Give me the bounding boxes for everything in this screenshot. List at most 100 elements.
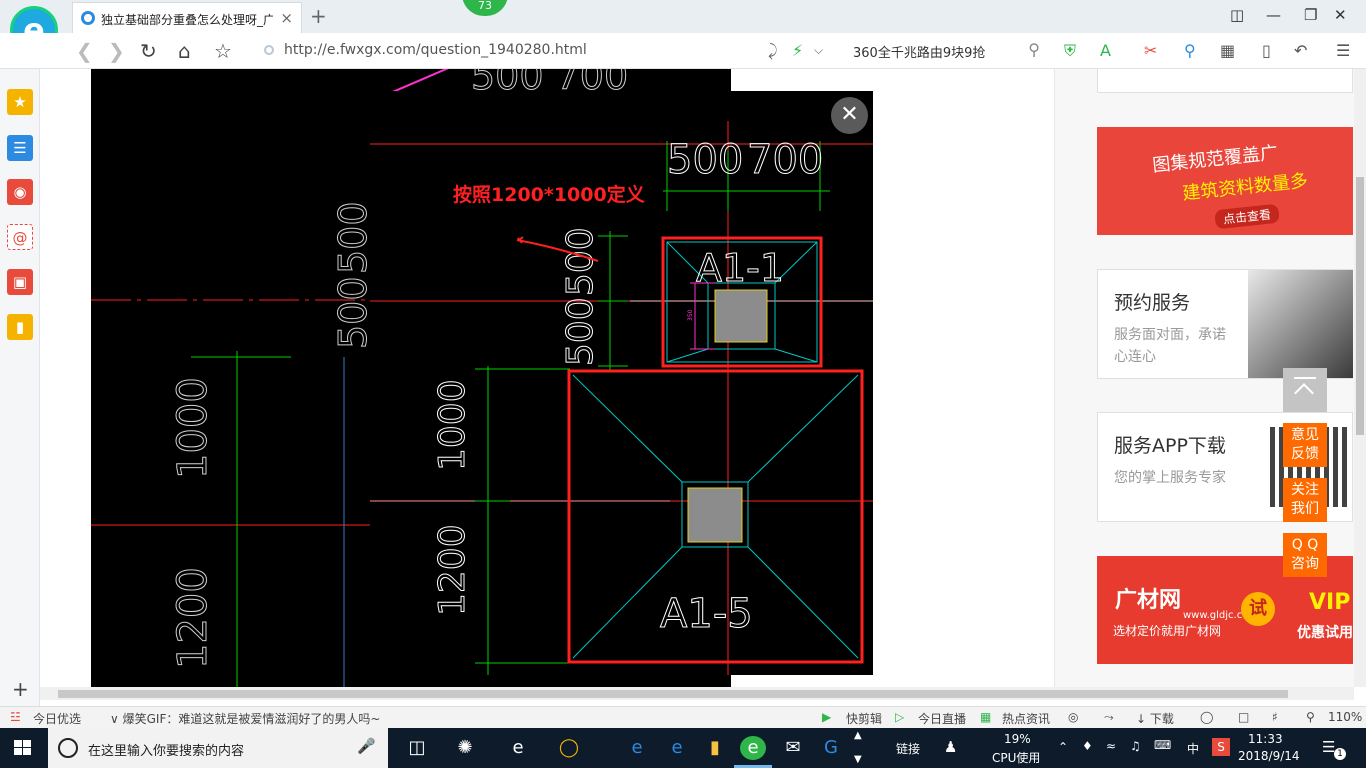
booking-service-card[interactable]: 预约服务 服务面对面，承诺心连心 [1097, 269, 1353, 379]
hot-news-link[interactable]: 热点资讯 [1002, 710, 1050, 727]
ad-slogan: 选材定价就用广材网 [1113, 624, 1222, 638]
pinwheel-app-icon[interactable]: ✺ [452, 736, 478, 760]
ie-mode-icon[interactable]: ◯ [1200, 710, 1213, 724]
home-button[interactable]: ⌂ [178, 39, 191, 63]
refresh-button[interactable]: ↻ [140, 39, 157, 63]
zoom-level[interactable]: 110% [1328, 710, 1362, 724]
mobile-icon[interactable]: ▯ [1262, 41, 1271, 60]
keyboard-icon[interactable]: ⌨ [1154, 738, 1171, 752]
forward-button[interactable]: ❯ [108, 39, 125, 63]
minimize-button[interactable]: — [1266, 6, 1281, 24]
clock-date[interactable]: 2018/9/14 [1238, 749, 1300, 763]
speed-icon[interactable]: ◎ [1068, 710, 1078, 724]
qq-consult-button[interactable]: Q Q 咨询 [1283, 533, 1327, 577]
news-list-icon[interactable]: ☰ [7, 135, 33, 161]
tab-bar: e 独立基础部分重叠怎么处理呀_广联 × + 73 ◫ — ❐ ✕ [0, 0, 1366, 54]
feedback-button[interactable]: 意见 反馈 [1283, 423, 1327, 467]
site-security-icon [264, 45, 274, 55]
edge-browser-icon[interactable]: e [624, 736, 650, 760]
address-bar[interactable]: http://e.fwxgx.com/question_1940280.html [258, 38, 758, 62]
back-to-top-button[interactable] [1283, 368, 1327, 412]
screenshot-scissors-icon[interactable]: ✂ [1144, 41, 1157, 60]
window-icon[interactable]: □ [1238, 710, 1249, 724]
file-explorer-icon[interactable]: ▮ [702, 736, 728, 760]
magnifier-icon[interactable]: ⚲ [1184, 41, 1196, 60]
chevron-down-icon[interactable]: ⌵ [814, 43, 823, 58]
share-icon[interactable]: ⤸ [768, 41, 778, 61]
ime-indicator[interactable]: 中 [1187, 740, 1199, 757]
tray-expand-icon[interactable]: ⌃ [1058, 740, 1068, 754]
sogou-ime-icon[interactable]: S [1212, 738, 1230, 756]
vertical-scrollbar[interactable] [1354, 69, 1366, 687]
sidebar-add-icon[interactable]: + [12, 677, 29, 701]
weibo-icon[interactable]: ◉ [7, 179, 33, 205]
360-browser-icon[interactable]: e [740, 736, 766, 760]
clip-icon: ▶ [822, 710, 832, 724]
bg-dim-500a: 500 [331, 201, 375, 274]
pin-icon[interactable]: ⤳ [1104, 710, 1114, 725]
search-icon[interactable]: ⚲ [1028, 40, 1040, 59]
vertical-scroll-thumb[interactable] [1356, 177, 1364, 435]
quick-clip-link[interactable]: 快剪辑 [846, 710, 882, 727]
performance-badge[interactable]: 73 [462, 0, 508, 16]
label-a1-1: A1-1 [696, 246, 784, 290]
undo-icon[interactable]: ↶ [1294, 41, 1307, 60]
new-tab-button[interactable]: + [310, 4, 327, 28]
volume-icon[interactable]: ♯ [1272, 710, 1278, 724]
dim-500-upper: 500 [560, 227, 601, 296]
today-pick-link[interactable]: 今日优选 [33, 710, 81, 727]
task-view-icon[interactable]: ◫ [404, 736, 430, 760]
dim-700-top: 700 [747, 137, 823, 183]
menu-icon[interactable]: ☰ [1336, 41, 1350, 60]
restore-button[interactable]: ❐ [1304, 6, 1317, 24]
g-app-icon[interactable]: G [818, 736, 844, 760]
promo-button[interactable]: 点击查看 [1214, 203, 1280, 230]
label-a1-5: A1-5 [660, 591, 753, 637]
lightning-icon[interactable]: ⚡ [792, 41, 803, 60]
headline-link[interactable]: ∨ 爆笑GIF：难道这就是被爱情滋润好了的男人吗~ [110, 710, 380, 727]
download-link[interactable]: ↓ 下载 [1136, 710, 1174, 727]
taskbar-search-placeholder: 在这里输入你要搜索的内容 [88, 744, 245, 759]
email-icon[interactable]: @ [7, 224, 33, 250]
apps-grid-icon[interactable]: ▦ [1220, 41, 1235, 60]
favorite-star-button[interactable]: ☆ [214, 39, 232, 63]
translate-icon[interactable]: A [1100, 41, 1111, 60]
notification-bell-icon[interactable]: ♦ [1082, 739, 1093, 753]
shirt-skin-icon[interactable]: ◫ [1230, 6, 1244, 24]
browser-tab[interactable]: 独立基础部分重叠怎么处理呀_广联 × [72, 2, 302, 33]
links-toolbar[interactable]: 链接 [896, 740, 920, 757]
horizontal-scroll-thumb[interactable] [58, 690, 1288, 698]
search-box[interactable]: 360全千兆路由9块9抢 ⚲ [844, 38, 1044, 62]
shield-icon[interactable]: ⛨ [1064, 41, 1076, 61]
windows-start-icon[interactable] [14, 740, 32, 756]
game-icon[interactable]: ▣ [7, 269, 33, 295]
mail-icon[interactable]: ✉ [780, 736, 806, 760]
small-dim-350: 350 [687, 309, 694, 321]
notification-count: 1 [1334, 748, 1346, 760]
promo-banner[interactable]: 图集规范覆盖广 建筑资料数量多 点击查看 [1097, 127, 1353, 235]
today-live-link[interactable]: 今日直播 [918, 710, 966, 727]
wifi-icon[interactable]: ≈ [1106, 739, 1116, 753]
speaker-icon[interactable]: ♫ [1130, 739, 1141, 753]
taskbar-scroll-down-icon[interactable]: ▼ [854, 754, 862, 765]
taskbar-search-box[interactable]: 在这里输入你要搜索的内容 🎤 [48, 728, 388, 768]
close-viewer-button[interactable]: ✕ [831, 97, 868, 134]
favorites-star-icon[interactable]: ★ [7, 89, 33, 115]
follow-us-button[interactable]: 关注 我们 [1283, 478, 1327, 522]
taskbar-scroll-up-icon[interactable]: ▲ [854, 730, 862, 741]
horizontal-scrollbar[interactable] [40, 687, 1354, 700]
back-button[interactable]: ❮ [76, 39, 93, 63]
tab-close-icon[interactable]: × [280, 9, 293, 27]
headline-text: 爆笑GIF：难道这就是被爱情滋润好了的男人吗~ [122, 712, 381, 726]
close-window-button[interactable]: ✕ [1334, 6, 1347, 24]
dim-1000: 1000 [432, 379, 473, 471]
notebook-icon[interactable]: ▮ [7, 314, 33, 340]
zoom-icon[interactable]: ⚲ [1306, 710, 1315, 724]
edge-e-icon[interactable]: e [505, 736, 531, 760]
news-icon: ▦ [980, 710, 992, 724]
microphone-icon[interactable]: 🎤 [357, 737, 376, 755]
ie-browser-icon[interactable]: e [664, 736, 690, 760]
clock-time[interactable]: 11:33 [1248, 732, 1283, 746]
people-icon[interactable]: ♟ [944, 738, 957, 756]
chrome-like-icon[interactable]: ◯ [556, 736, 582, 760]
